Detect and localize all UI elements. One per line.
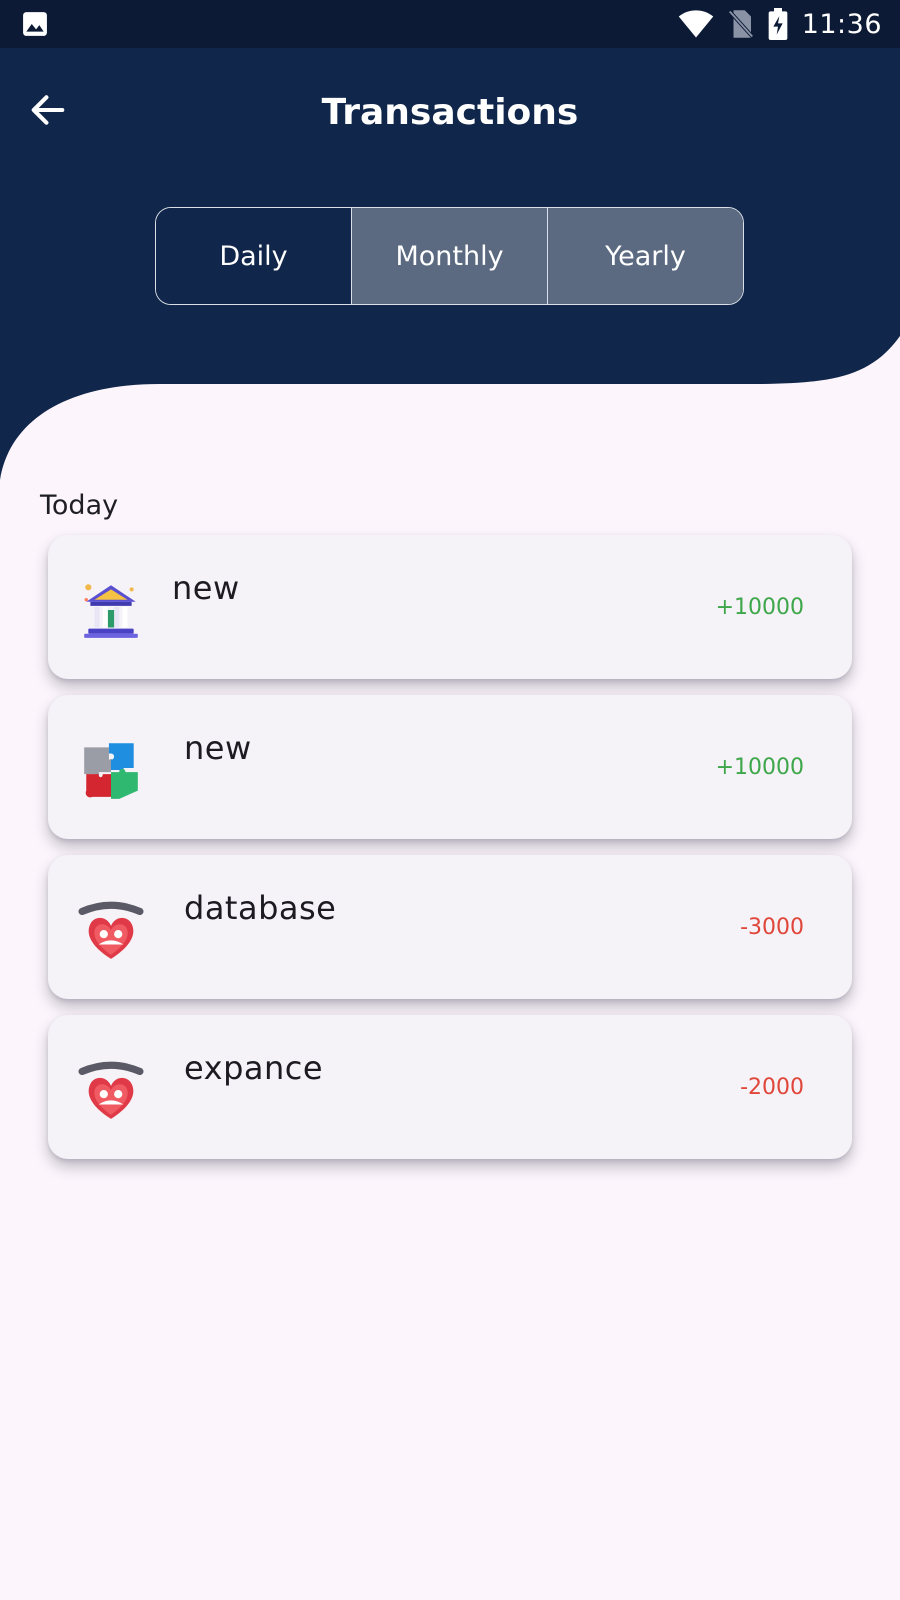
- battery-charging-icon: [768, 8, 788, 40]
- transaction-amount: -3000: [740, 915, 804, 940]
- transaction-amount: +10000: [715, 595, 804, 620]
- family-heart-icon: [78, 1061, 144, 1119]
- puzzle-icon: [84, 743, 138, 799]
- no-sim-icon: [728, 10, 754, 38]
- transactions-screen: 11:36 Transactions Daily Monthly Yearly …: [0, 0, 900, 1600]
- tab-monthly[interactable]: Monthly: [351, 208, 547, 304]
- section-label-today: Today: [40, 490, 119, 521]
- tab-daily[interactable]: Daily: [156, 208, 351, 304]
- transaction-name: new: [172, 569, 240, 607]
- gallery-icon: [23, 12, 47, 36]
- wifi-icon: [678, 10, 713, 38]
- transaction-name: database: [184, 889, 337, 927]
- status-bar: 11:36: [0, 0, 900, 48]
- status-icons: 11:36: [678, 0, 882, 48]
- family-heart-icon: [78, 901, 144, 959]
- transaction-name: new: [184, 729, 252, 767]
- period-tabs: Daily Monthly Yearly: [155, 207, 744, 305]
- tab-yearly[interactable]: Yearly: [547, 208, 743, 304]
- transaction-list: new +10000 new +10000 database -3000 exp…: [48, 535, 852, 1175]
- transaction-card[interactable]: expance -2000: [48, 1015, 852, 1159]
- status-time: 11:36: [801, 8, 882, 40]
- page-title: Transactions: [321, 92, 579, 133]
- transaction-card[interactable]: database -3000: [48, 855, 852, 999]
- transaction-name: expance: [184, 1049, 324, 1087]
- transaction-card[interactable]: new +10000: [48, 535, 852, 679]
- transaction-amount: +10000: [715, 755, 804, 780]
- transaction-card[interactable]: new +10000: [48, 695, 852, 839]
- transaction-amount: -2000: [740, 1075, 804, 1100]
- bank-icon: [84, 584, 138, 638]
